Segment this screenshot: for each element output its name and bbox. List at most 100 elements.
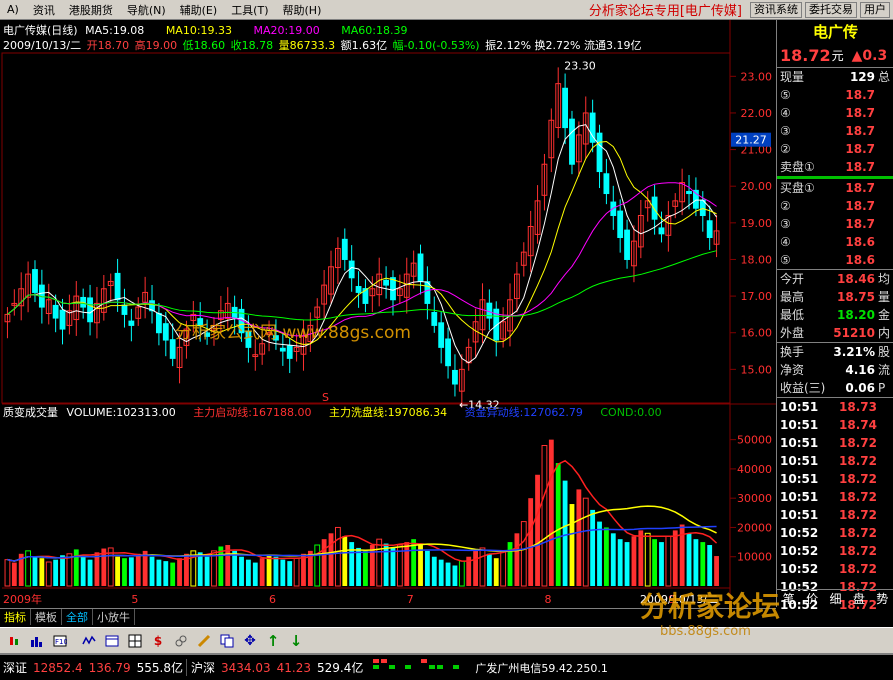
tab-price[interactable]: 价 xyxy=(806,590,818,607)
tab-all[interactable]: 全部 xyxy=(62,609,93,625)
sell-order-row: 卖盘① 18.7 xyxy=(777,158,893,176)
quote-stock-name: 电广传 xyxy=(813,23,859,41)
window-icon[interactable] xyxy=(102,631,122,650)
volume-bar xyxy=(445,562,451,586)
move-icon[interactable]: ✥ xyxy=(240,631,260,650)
max-price-label: 23.30 xyxy=(564,59,596,72)
tick-price: 18.73 xyxy=(839,400,877,414)
info-system-button[interactable]: 资讯系统 xyxy=(750,1,802,18)
link-icon[interactable] xyxy=(171,631,191,650)
forum-url-watermark: bbs.88gs.com xyxy=(660,624,751,639)
tab-trades[interactable]: 笔 xyxy=(783,590,795,607)
candle-body xyxy=(162,323,169,341)
copy-icon[interactable] xyxy=(217,631,237,650)
quote-unit: 元 xyxy=(831,49,844,63)
hs-amount: 529.4亿 xyxy=(317,661,364,675)
f10-icon[interactable]: F10 xyxy=(50,631,70,650)
volume-bar xyxy=(80,556,86,586)
quote-row-label: 净资 xyxy=(780,363,805,377)
volume-bar xyxy=(115,556,121,586)
menu-item-view[interactable]: A) xyxy=(0,3,26,16)
tick-price: 18.74 xyxy=(839,418,877,432)
volume-bar xyxy=(597,521,602,586)
candle-body xyxy=(658,227,665,235)
volume-bar xyxy=(438,559,444,586)
tick-price: 18.72 xyxy=(839,472,877,486)
user-button[interactable]: 用户 xyxy=(860,1,890,18)
quote-row-extra xyxy=(875,215,878,233)
quote-row-value: 18.20 xyxy=(837,308,875,322)
volume-bar xyxy=(548,439,554,586)
tab-template[interactable]: 模板 xyxy=(31,609,62,625)
quote-row-extra: 总 xyxy=(878,70,891,84)
quote-row-value: 18.7 xyxy=(845,124,875,138)
volume-bar xyxy=(617,539,623,586)
quote-row-value: 0.06 xyxy=(845,381,875,395)
candle-body xyxy=(355,286,362,293)
candle-body xyxy=(651,196,658,220)
grid-icon[interactable] xyxy=(125,631,145,650)
price-tick-label: 15.00 xyxy=(741,363,773,376)
bar-chart-icon[interactable] xyxy=(27,631,47,650)
volume-bar xyxy=(652,539,658,586)
price-tick-label: 23.00 xyxy=(741,70,773,83)
menu-item-assist[interactable]: 辅助(E) xyxy=(173,2,225,18)
menu-item-help[interactable]: 帮助(H) xyxy=(276,2,329,18)
tab-trend[interactable]: 势 xyxy=(876,590,888,607)
quote-row-label: ⑤ xyxy=(780,88,791,102)
menu-item-hk-futures[interactable]: 港股期货 xyxy=(62,2,120,18)
buy-order-row: ② 18.7 xyxy=(777,197,893,215)
tab-indicator[interactable]: 指标 xyxy=(0,609,31,625)
quote-row-label: 换手 xyxy=(780,345,805,359)
quote-row-value: 18.7 xyxy=(845,217,875,231)
quote-row-value: 18.7 xyxy=(845,199,875,213)
volume-bar xyxy=(638,530,644,586)
volume-bar xyxy=(128,557,134,586)
tab-xiaofangniu[interactable]: 小放牛 xyxy=(93,609,135,625)
menu-item-info[interactable]: 资讯 xyxy=(26,2,62,18)
hs-index: 3434.03 xyxy=(221,660,271,675)
tick-price: 18.72 xyxy=(839,526,877,540)
volume-bar xyxy=(287,561,293,586)
sell-orders: 现量 129 总 ⑤ 18.7 ④ 18.7 ③ 18.7 ② 18.7 卖盘① 18.7 xyxy=(777,68,893,176)
volume-bar xyxy=(232,550,238,586)
tab-orderbook[interactable]: 盘 xyxy=(853,590,865,607)
quote-row-extra xyxy=(875,158,878,176)
info-low: 低18.60 xyxy=(183,39,226,52)
quote-stats: 今开 18.46 均最高 18.75 量最低 18.20 金外盘 51210 内 xyxy=(777,270,893,342)
menu-item-navigate[interactable]: 导航(N) xyxy=(120,2,173,18)
volume-bar xyxy=(590,509,596,586)
info-close: 收18.78 xyxy=(231,38,274,52)
tick-row: 10:52 18.72 xyxy=(777,524,893,542)
info-rest: 振2.12% 换2.72% 流通3.19亿 xyxy=(485,38,641,52)
candle-icon[interactable] xyxy=(4,631,24,650)
info-amount: 额1.63亿 xyxy=(341,39,388,52)
volume-bar xyxy=(32,556,38,586)
quote-price-row: 18.72 元 ▲0.3 xyxy=(777,44,893,68)
quote-price: 18.72 xyxy=(780,46,831,65)
arrow-up-icon[interactable]: ↑ xyxy=(263,631,283,650)
volume-bar xyxy=(156,559,162,586)
pencil-icon[interactable] xyxy=(194,631,214,650)
volume-tick-label: 40000 xyxy=(737,463,772,476)
volume-bar xyxy=(163,561,169,586)
volume-bar xyxy=(273,556,279,586)
dollar-icon[interactable]: $ xyxy=(148,631,168,650)
arrow-down-icon[interactable]: ↓ xyxy=(286,631,306,650)
info-high: 高19.00 xyxy=(135,38,178,52)
trade-button[interactable]: 委托交易 xyxy=(805,1,857,18)
volume-bar xyxy=(122,558,127,586)
window-title: 分析家论坛专用[电广传媒] xyxy=(588,4,742,19)
menu-item-tools[interactable]: 工具(T) xyxy=(224,2,275,18)
wave-icon[interactable] xyxy=(79,631,99,650)
kline-chart[interactable]: 电广传媒(日线) MA5:19.08 MA10:19.33 MA20:19.00… xyxy=(0,20,776,608)
s-marker: S xyxy=(322,391,329,404)
sz-index: 12852.4 xyxy=(33,660,83,675)
svg-text:2009/10/13/二 开18.70 高1: 2009/10/13/二 开18.70 高19.00 低18.60 收18.78… xyxy=(3,38,641,52)
tab-detail[interactable]: 细 xyxy=(829,590,841,607)
volume-bar xyxy=(624,542,630,586)
sell-order-row: ④ 18.7 xyxy=(777,104,893,122)
volume-bar xyxy=(349,542,355,586)
buy-order-row: ⑤ 18.6 xyxy=(777,251,893,269)
candle-body xyxy=(121,304,128,315)
